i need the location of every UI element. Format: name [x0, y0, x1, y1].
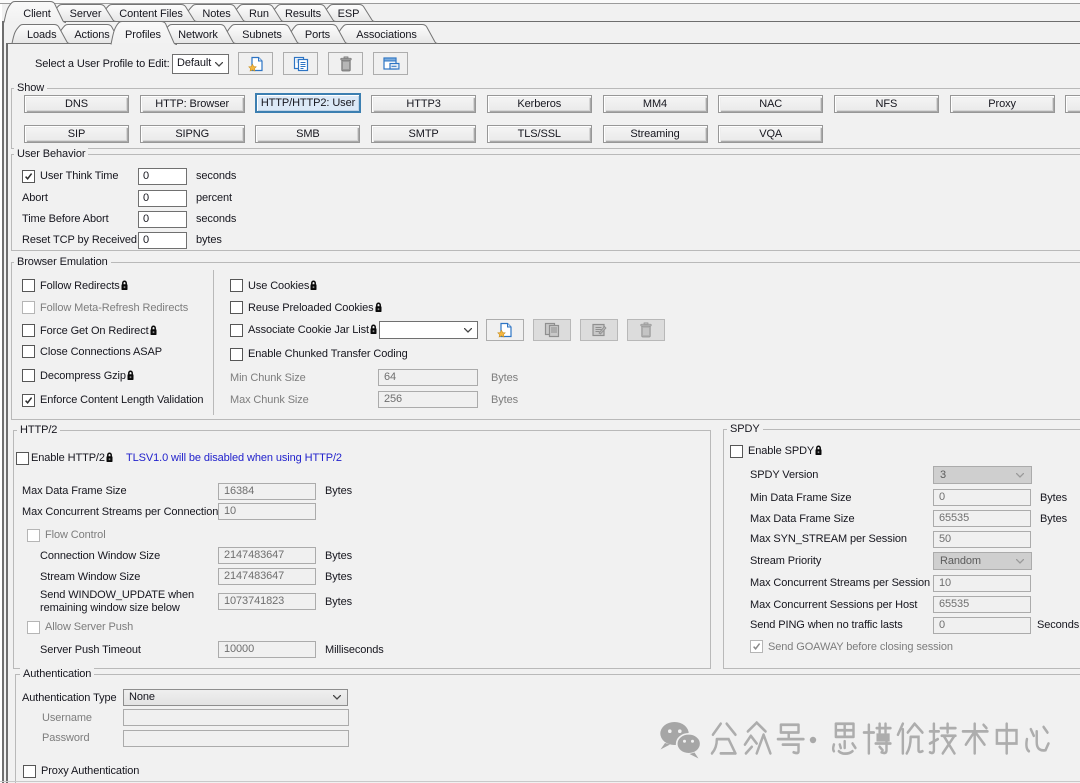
svg-text:Content Files: Content Files — [119, 8, 183, 20]
svg-text:Server: Server — [70, 8, 102, 20]
svg-text:Network: Network — [178, 29, 218, 41]
svg-text:Actions: Actions — [74, 29, 110, 41]
svg-text:Results: Results — [285, 8, 322, 20]
svg-text:Subnets: Subnets — [242, 29, 282, 41]
svg-text:Notes: Notes — [202, 8, 231, 20]
svg-text:Profiles: Profiles — [125, 29, 161, 41]
svg-text:Loads: Loads — [27, 29, 57, 41]
svg-text:Client: Client — [23, 8, 51, 20]
svg-text:Run: Run — [249, 8, 269, 20]
svg-text:Ports: Ports — [305, 29, 331, 41]
svg-text:ESP: ESP — [338, 8, 360, 20]
svg-text:Associations: Associations — [356, 29, 417, 41]
